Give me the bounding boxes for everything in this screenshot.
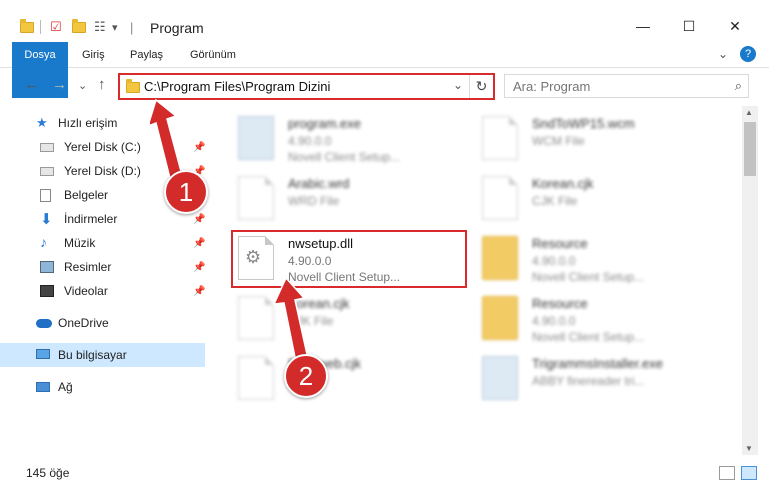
window-title: Program — [150, 20, 204, 36]
address-path[interactable]: C:\Program Files\Program Dizini — [144, 79, 330, 94]
status-bar: 145 öğe — [0, 460, 769, 494]
documents-icon — [40, 189, 51, 202]
exe-file-icon — [238, 116, 274, 160]
star-icon: ★ — [36, 115, 48, 130]
folder-icon — [482, 236, 518, 280]
exe-file-icon — [482, 356, 518, 400]
scroll-thumb[interactable] — [744, 122, 756, 176]
document-file-icon — [482, 116, 518, 160]
sidebar-item-pictures[interactable]: Resimler 📌 — [0, 255, 205, 279]
sidebar-item-this-pc[interactable]: Bu bilgisayar — [0, 343, 205, 367]
document-file-icon — [482, 176, 518, 220]
pin-icon[interactable]: 📌 — [193, 238, 205, 249]
annotation-badge-2: 2 — [284, 354, 328, 398]
maximize-button[interactable]: ☐ — [666, 12, 712, 40]
separator-bar: | — [130, 19, 134, 35]
view-switcher — [719, 466, 757, 480]
file-item[interactable]: Korean.cjk CJK File — [228, 290, 468, 346]
sidebar-item-videos[interactable]: Videolar 📌 — [0, 279, 205, 303]
scroll-down-icon[interactable]: ▼ — [745, 444, 753, 453]
folder-icon — [126, 79, 140, 93]
downloads-icon: ⬇ — [40, 211, 53, 228]
file-item[interactable]: program.exe 4.90.0.0 Novell Client Setup… — [228, 110, 468, 166]
pin-icon[interactable]: 📌 — [193, 262, 205, 273]
sidebar-item-onedrive[interactable]: OneDrive — [0, 311, 205, 335]
search-box[interactable]: ⌕ — [504, 74, 749, 98]
quick-access-dropdown-icon[interactable]: ▾ — [112, 18, 118, 36]
folder-icon — [482, 296, 518, 340]
details-view-button[interactable] — [719, 466, 735, 480]
scroll-up-icon[interactable]: ▲ — [745, 108, 753, 117]
folder-icon — [20, 18, 34, 36]
ribbon-expand-icon[interactable]: ⌄ — [718, 47, 728, 61]
videos-icon — [40, 285, 54, 297]
vertical-scrollbar[interactable]: ▲ ▼ — [742, 106, 758, 455]
search-input[interactable] — [513, 78, 718, 94]
computer-icon — [36, 349, 50, 359]
help-icon[interactable]: ? — [740, 46, 756, 62]
search-icon: ⌕ — [734, 78, 742, 93]
file-item[interactable]: Korean.cjk CJK File — [472, 170, 712, 226]
tab-view[interactable]: Görünüm — [190, 42, 236, 68]
sidebar-item-network[interactable]: Ağ — [0, 375, 205, 399]
sidebar-item-music[interactable]: ♪ Müzik 📌 — [0, 231, 205, 255]
new-folder-icon[interactable] — [72, 18, 86, 36]
recent-locations-button[interactable]: ⌄ — [78, 79, 87, 92]
address-dropdown-icon[interactable]: ⌄ — [453, 78, 463, 92]
customize-icon[interactable]: ☷ — [94, 18, 106, 36]
network-icon — [36, 382, 50, 392]
drive-icon — [40, 167, 54, 176]
file-item[interactable]: Feedweb.cjk — [228, 350, 468, 406]
music-icon: ♪ — [40, 234, 47, 250]
up-button[interactable]: ↑ — [98, 76, 106, 93]
tiles-view-button[interactable] — [741, 466, 757, 480]
file-item[interactable]: TrigrammsInstaller.exe ABBY finereader t… — [472, 350, 712, 406]
tab-share[interactable]: Paylaş — [130, 42, 163, 68]
cloud-icon — [36, 319, 52, 328]
file-item[interactable]: SndToWP15.wcm WCM File — [472, 110, 712, 166]
tab-home[interactable]: Giriş — [82, 42, 105, 68]
properties-icon[interactable]: ☑ — [50, 18, 62, 36]
annotation-badge-1: 1 — [164, 170, 208, 214]
forward-button[interactable]: → — [52, 76, 67, 93]
document-file-icon — [238, 176, 274, 220]
file-item[interactable]: Resource 4.90.0.0 Novell Client Setup... — [472, 230, 712, 286]
separator — [40, 20, 41, 34]
close-button[interactable]: ✕ — [712, 12, 758, 40]
pictures-icon — [40, 261, 54, 273]
title-bar: ☑ ☷ ▾ | Program — ☐ ✕ — [0, 0, 769, 40]
drive-icon — [40, 143, 54, 152]
pin-icon[interactable]: 📌 — [193, 214, 205, 225]
back-button[interactable]: ← — [24, 76, 39, 93]
file-item[interactable]: Resource 4.90.0.0 Novell Client Setup... — [472, 290, 712, 346]
item-count: 145 öğe — [26, 466, 70, 480]
refresh-button[interactable]: ↻ — [469, 75, 493, 98]
file-item[interactable]: Arabic.wrd WRD File — [228, 170, 468, 226]
minimize-button[interactable]: — — [620, 12, 666, 40]
pin-icon[interactable]: 📌 — [193, 286, 205, 297]
highlight-box — [231, 230, 467, 288]
ribbon: Dosya Giriş Paylaş Görünüm ⌄ ? — [0, 42, 769, 98]
